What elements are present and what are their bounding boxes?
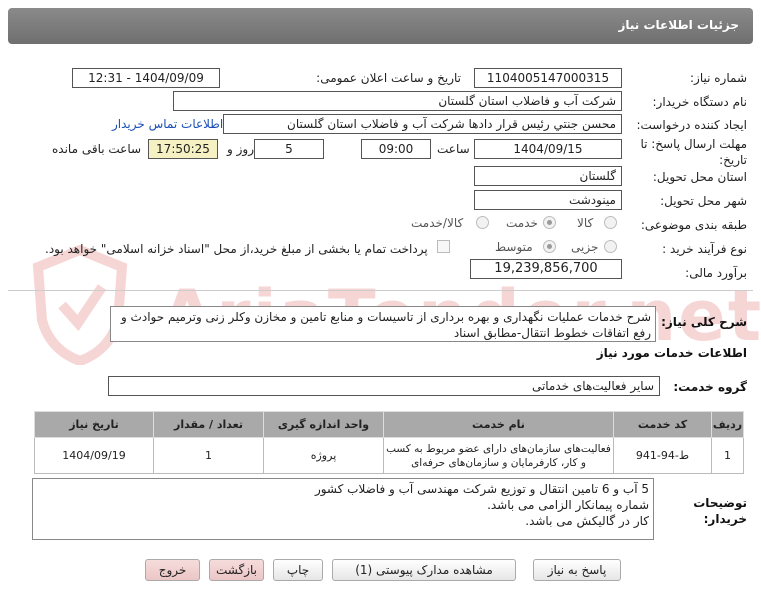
buyer-org-label: نام دستگاه خریدار: [652, 95, 748, 109]
payment-note: پرداخت تمام یا بخشی از مبلغ خرید،از محل … [45, 242, 428, 256]
service-group-label: گروه خدمت: [673, 380, 747, 394]
category-radio-service[interactable] [543, 216, 556, 229]
table-header-row: ردیف کد خدمت نام خدمت واحد اندازه گیری ت… [34, 411, 744, 438]
buyer-notes-label: توضیحات خریدار: [693, 496, 747, 526]
category-label: طبقه بندی موضوعی: [640, 218, 747, 232]
services-section-title: اطلاعات خدمات مورد نیاز [596, 346, 747, 360]
estimate-field: 19,239,856,700 [470, 259, 622, 279]
creator-field: محسن جنتي رئیس قرار دادها شرکت آب و فاضل… [223, 114, 622, 134]
category-option-service: خدمت [506, 216, 538, 230]
buyer-notes-line-3: کار در گالیکش می باشد. [525, 514, 649, 528]
process-option-medium: متوسط [495, 240, 533, 254]
need-number-field: 1104005147000315 [474, 68, 622, 88]
category-radio-goods[interactable] [604, 216, 617, 229]
process-radio-minor[interactable] [604, 240, 617, 253]
city-label: شهر محل تحویل: [660, 194, 747, 208]
cell-index: 1 [711, 437, 744, 474]
city-field: مینودشت [474, 190, 622, 210]
description-label: شرح کلی نیاز: [661, 315, 747, 329]
cell-date: 1404/09/19 [34, 437, 154, 474]
province-label: استان محل تحویل: [652, 170, 747, 184]
remaining-label: ساعت باقی مانده [52, 142, 142, 156]
process-radio-medium[interactable] [543, 240, 556, 253]
col-index: ردیف [711, 411, 744, 438]
buyer-notes-line-2: شماره پیمانکار الزامی می باشد. [487, 498, 649, 512]
services-table: ردیف کد خدمت نام خدمت واحد اندازه گیری ت… [34, 411, 744, 474]
cell-qty: 1 [153, 437, 264, 474]
creator-label: ایجاد کننده درخواست: [636, 118, 747, 132]
cell-unit: پروژه [263, 437, 384, 474]
category-radio-goods-service[interactable] [476, 216, 489, 229]
time-label: ساعت [437, 142, 470, 156]
buyer-contact-link[interactable]: اطلاعات تماس خریدار [112, 117, 223, 131]
announce-field: 1404/09/09 - 12:31 [72, 68, 220, 88]
process-option-minor: جزیی [571, 240, 599, 254]
page-title: جزئیات اطلاعات نیاز [618, 18, 739, 32]
shield-icon [32, 245, 128, 365]
page-header: جزئیات اطلاعات نیاز [8, 8, 753, 44]
buyer-org-field: شرکت آب و فاضلاب استان گلستان [173, 91, 622, 111]
divider [8, 290, 753, 291]
col-code: کد خدمت [613, 411, 712, 438]
print-button[interactable]: چاپ [273, 559, 323, 581]
description-textarea[interactable]: شرح خدمات عملیات نگهداری و بهره برداری ا… [110, 306, 656, 342]
col-name: نام خدمت [383, 411, 614, 438]
remaining-time-field: 17:50:25 [148, 139, 218, 159]
col-unit: واحد اندازه گیری [263, 411, 384, 438]
table-row: 1 ط-94-941 فعالیت‌های سازمان‌های دارای ع… [34, 437, 744, 474]
deadline-label: مهلت ارسال پاسخ: تا تاریخ: [640, 137, 747, 167]
deadline-time-field: 09:00 [361, 139, 431, 159]
category-option-goods: کالا [577, 216, 594, 230]
province-field: گلستان [474, 166, 622, 186]
service-group-field: سایر فعالیت‌های خدماتی [108, 376, 660, 396]
cell-name: فعالیت‌های سازمان‌های دارای عضو مربوط به… [383, 437, 614, 474]
back-button[interactable]: بازگشت [209, 559, 264, 581]
col-qty: تعداد / مقدار [153, 411, 264, 438]
process-label: نوع فرآیند خرید : [662, 242, 747, 256]
exit-button[interactable]: خروج [145, 559, 200, 581]
cell-code: ط-94-941 [613, 437, 712, 474]
buyer-notes-line-1: 5 آب و 6 تامین انتقال و توزیع شرکت مهندس… [314, 482, 649, 496]
category-option-goods-service: کالا/خدمت [411, 216, 464, 230]
attachments-button[interactable]: مشاهده مدارک پیوستی (1) [332, 559, 516, 581]
payment-checkbox[interactable] [437, 240, 450, 253]
reply-button[interactable]: پاسخ به نیاز [533, 559, 621, 581]
announce-label: تاریخ و ساعت اعلان عمومی: [316, 71, 461, 85]
deadline-date-field: 1404/09/15 [474, 139, 622, 159]
buyer-notes-textarea[interactable]: 5 آب و 6 تامین انتقال و توزیع شرکت مهندس… [32, 478, 654, 540]
days-label: روز و [227, 142, 254, 156]
need-number-label: شماره نیاز: [690, 71, 747, 85]
days-field: 5 [254, 139, 324, 159]
col-date: تاریخ نیاز [34, 411, 154, 438]
estimate-label: برآورد مالی: [685, 266, 747, 280]
